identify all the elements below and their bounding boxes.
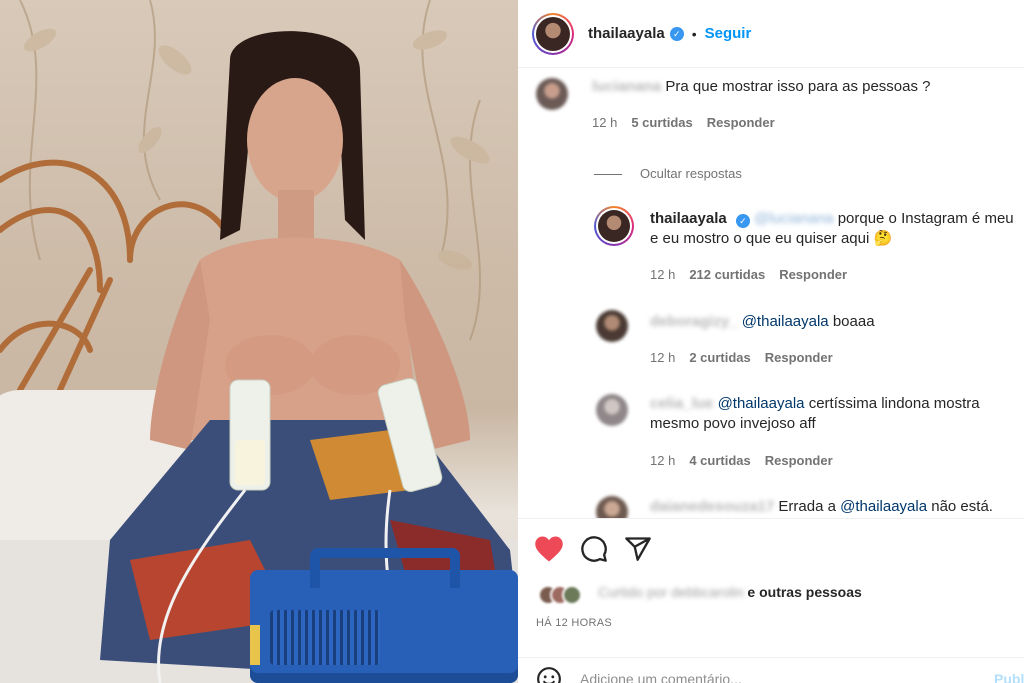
add-comment-input[interactable]: Adicione um comentário...	[580, 671, 742, 683]
reply-time[interactable]: 12 h	[650, 267, 675, 282]
reply-meta: 12 h 4 curtidas Responder	[650, 453, 847, 468]
reply-avatar[interactable]	[596, 496, 628, 518]
reply-likes[interactable]: 2 curtidas	[689, 350, 750, 365]
comment-text: lucianana Pra que mostrar isso para as p…	[592, 77, 931, 97]
reply-body-line2: mesmo povo invejoso aff	[650, 415, 816, 432]
reply-author-avatar[interactable]	[594, 206, 634, 246]
reply-button[interactable]: Responder	[779, 267, 847, 282]
liked-by-text: Curtido por debbcarolin e outras pessoas	[598, 584, 862, 600]
reply-author[interactable]: celia_lue	[650, 394, 713, 414]
thinking-emoji-icon: 🤔	[873, 230, 893, 247]
reply-button[interactable]: Responder	[765, 453, 833, 468]
verified-badge-icon: ✓	[669, 26, 684, 41]
reply-likes[interactable]: 212 curtidas	[689, 267, 765, 282]
reply-author[interactable]: deboragizy_	[650, 312, 738, 332]
reply-text: deboragizy_ @thailaayala boaaa	[650, 312, 875, 332]
publish-button[interactable]: Publi	[994, 671, 1024, 683]
verified-badge-icon: ✓	[735, 214, 750, 228]
liked-by-avatars[interactable]	[538, 585, 582, 605]
reply-text: thailaayala ✓ @lucianana porque o Instag…	[650, 209, 1020, 249]
reply-body-line2: e eu mostro o que eu quiser aqui	[650, 230, 870, 247]
breast-pump-case	[250, 548, 518, 683]
reply-meta: 12 h 2 curtidas Responder	[650, 350, 847, 365]
post-header: thailaayala ✓ • Seguir	[518, 0, 1024, 68]
reply-body-line1: porque o Instagram é meu	[837, 210, 1014, 227]
comment-icon[interactable]	[580, 535, 608, 563]
reply-time[interactable]: 12 h	[650, 453, 675, 468]
reply-mention[interactable]: @lucianana	[754, 209, 833, 229]
share-paper-plane-icon[interactable]	[624, 535, 652, 563]
reply-body-post: não está.	[931, 498, 993, 515]
reply-author[interactable]: thailaayala	[650, 210, 727, 227]
comment-author[interactable]: lucianana	[592, 77, 661, 97]
liked-by-others[interactable]: e outras pessoas	[747, 584, 861, 600]
reply-body-pre: Errada a	[778, 498, 836, 515]
separator-dot: •	[691, 25, 697, 42]
reply-body-line1: certíssima lindona mostra	[808, 395, 980, 412]
reply-mention[interactable]: @thailaayala	[718, 395, 805, 412]
post-timestamp[interactable]: HÁ 12 HORAS	[536, 617, 612, 629]
heart-filled-icon[interactable]	[534, 535, 564, 563]
emoji-icon[interactable]	[536, 666, 562, 683]
author-username[interactable]: thailaayala	[588, 25, 665, 42]
reply-avatar[interactable]	[596, 310, 628, 342]
post-actions: Curtido por debbcarolin e outras pessoas…	[518, 518, 1024, 683]
reply-text: celia_lue @thailaayala certíssima lindon…	[650, 394, 1020, 434]
reply-time[interactable]: 12 h	[650, 350, 675, 365]
reply-author[interactable]: daianedesouza17	[650, 497, 774, 517]
reply-likes[interactable]: 4 curtidas	[689, 453, 750, 468]
liked-by-blurred[interactable]: Curtido por debbcarolin	[598, 584, 744, 600]
reply-mention[interactable]: @thailaayala	[742, 313, 829, 330]
comments-list[interactable]: lucianana Pra que mostrar isso para as p…	[518, 68, 1024, 518]
add-comment-row: Adicione um comentário... Publi	[518, 657, 1024, 683]
post-sidebar: thailaayala ✓ • Seguir lucianana Pra que…	[518, 0, 1024, 683]
reply-button[interactable]: Responder	[765, 350, 833, 365]
follow-button[interactable]: Seguir	[705, 25, 752, 42]
reply-body: boaaa	[832, 313, 875, 330]
comment-meta: 12 h 5 curtidas Responder	[592, 115, 789, 130]
comment-likes[interactable]: 5 curtidas	[631, 115, 692, 130]
author-avatar[interactable]	[532, 12, 574, 55]
comment-time[interactable]: 12 h	[592, 115, 617, 130]
reply-text: daianedesouza17 Errada a @thailaayala nã…	[650, 497, 993, 517]
reply-mention[interactable]: @thailaayala	[840, 498, 927, 515]
reply-avatar[interactable]	[596, 394, 628, 426]
reply-button[interactable]: Responder	[707, 115, 775, 130]
reply-meta: 12 h 212 curtidas Responder	[650, 267, 861, 282]
commenter-avatar[interactable]	[536, 78, 568, 110]
comment-body: Pra que mostrar isso para as pessoas ?	[665, 78, 931, 95]
post-photo[interactable]	[0, 0, 518, 683]
hide-replies-line	[594, 174, 622, 175]
hide-replies-button[interactable]: Ocultar respostas	[640, 166, 742, 181]
